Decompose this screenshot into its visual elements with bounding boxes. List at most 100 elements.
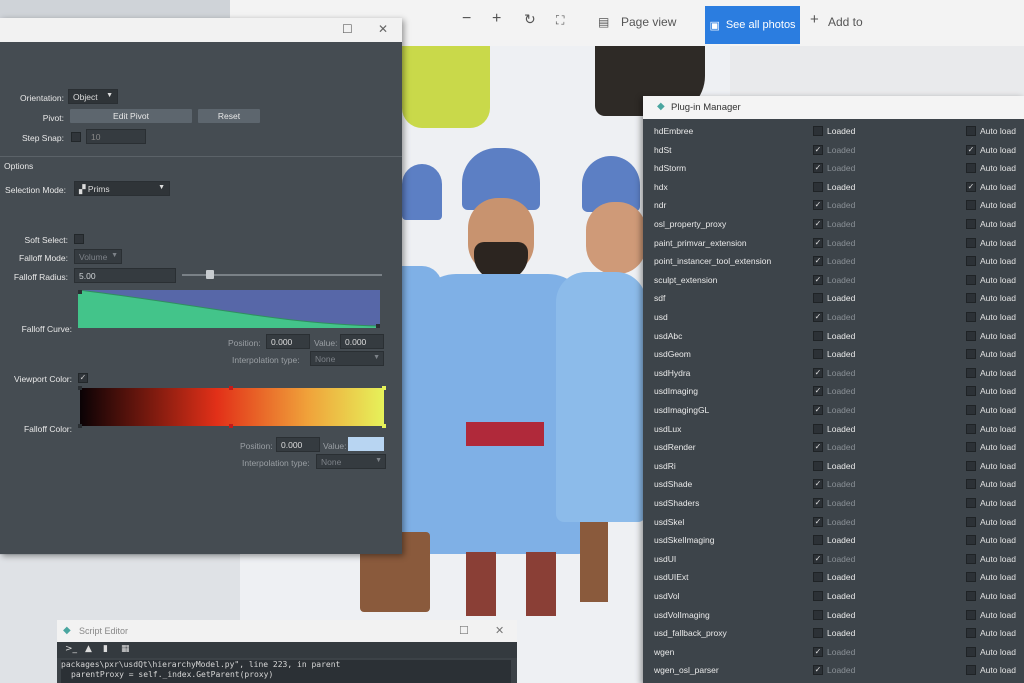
- auto-load-checkbox[interactable]: [966, 237, 976, 248]
- ramp-key-1[interactable]: [78, 386, 82, 390]
- loaded-checkbox[interactable]: ✓: [813, 274, 823, 285]
- loaded-checkbox[interactable]: ✓: [813, 646, 823, 657]
- auto-load-checkbox[interactable]: [966, 126, 976, 136]
- loaded-checkbox[interactable]: ✓: [813, 498, 823, 508]
- loaded-checkbox[interactable]: ✓: [813, 665, 823, 676]
- loaded-checkbox[interactable]: ✓: [813, 516, 823, 527]
- falloff-curve-editor[interactable]: [78, 290, 380, 328]
- loaded-checkbox[interactable]: [813, 609, 823, 620]
- auto-load-checkbox[interactable]: [966, 628, 976, 639]
- viewport-color-checkbox[interactable]: ✓: [78, 373, 88, 383]
- auto-load-checkbox[interactable]: [966, 516, 976, 527]
- maximize-icon[interactable]: ☐: [459, 624, 469, 637]
- loaded-checkbox[interactable]: ✓: [813, 442, 823, 453]
- auto-load-checkbox[interactable]: [966, 572, 976, 583]
- auto-load-checkbox[interactable]: [966, 330, 976, 341]
- grid-icon[interactable]: ▦: [121, 644, 130, 654]
- auto-load-checkbox[interactable]: [966, 386, 976, 397]
- curve-key-start[interactable]: [78, 290, 82, 294]
- auto-load-checkbox[interactable]: [966, 646, 976, 657]
- loaded-checkbox[interactable]: [813, 591, 823, 601]
- auto-load-checkbox[interactable]: [966, 312, 976, 322]
- loaded-checkbox[interactable]: ✓: [813, 553, 823, 564]
- auto-load-checkbox[interactable]: [966, 553, 976, 564]
- selection-mode-dropdown[interactable]: ▞ Prims ▼: [74, 181, 170, 196]
- auto-load-checkbox[interactable]: [966, 442, 976, 453]
- loaded-checkbox[interactable]: [813, 572, 823, 583]
- auto-load-checkbox[interactable]: ✓: [966, 181, 976, 192]
- script-output[interactable]: packages\pxr\usdQt\hierarchyModel.py", l…: [61, 660, 511, 683]
- fit-icon[interactable]: ⛶: [556, 13, 564, 28]
- auto-load-checkbox[interactable]: ✓: [966, 144, 976, 155]
- auto-load-checkbox[interactable]: [966, 293, 976, 304]
- page-view-icon[interactable]: ▤: [598, 15, 609, 29]
- soft-select-checkbox[interactable]: [74, 234, 84, 244]
- interp-dropdown[interactable]: None ▼: [310, 351, 384, 366]
- falloff-color-ramp[interactable]: [78, 386, 386, 428]
- auto-load-checkbox[interactable]: [966, 349, 976, 360]
- auto-load-checkbox[interactable]: [966, 665, 976, 676]
- close-icon[interactable]: ✕: [495, 624, 504, 637]
- chart-icon[interactable]: ▮: [103, 644, 108, 654]
- loaded-checkbox[interactable]: ✓: [813, 367, 823, 378]
- ramp-key-3[interactable]: [382, 386, 386, 390]
- add-icon[interactable]: +: [810, 11, 819, 28]
- auto-load-checkbox[interactable]: [966, 609, 976, 620]
- loaded-checkbox[interactable]: ✓: [813, 200, 823, 211]
- loaded-checkbox[interactable]: ✓: [813, 237, 823, 248]
- loaded-checkbox[interactable]: [813, 181, 823, 192]
- auto-load-checkbox[interactable]: [966, 535, 976, 546]
- ramp-key-5[interactable]: [229, 424, 233, 428]
- auto-load-checkbox[interactable]: [966, 367, 976, 378]
- reset-button[interactable]: Reset: [198, 109, 260, 123]
- auto-load-checkbox[interactable]: [966, 405, 976, 415]
- loaded-checkbox[interactable]: ✓: [813, 312, 823, 322]
- loaded-checkbox[interactable]: [813, 423, 823, 434]
- auto-load-checkbox[interactable]: [966, 274, 976, 285]
- loaded-checkbox[interactable]: ✓: [813, 256, 823, 267]
- page-view-button[interactable]: Page view: [621, 15, 676, 29]
- maximize-icon[interactable]: ☐: [342, 22, 353, 36]
- interp2-dropdown[interactable]: None ▼: [316, 454, 386, 469]
- auto-load-checkbox[interactable]: [966, 498, 976, 508]
- value2-color-swatch[interactable]: [348, 437, 384, 451]
- loaded-checkbox[interactable]: [813, 628, 823, 639]
- auto-load-checkbox[interactable]: [966, 256, 976, 267]
- auto-load-checkbox[interactable]: [966, 460, 976, 471]
- auto-load-checkbox[interactable]: [966, 219, 976, 229]
- value-field[interactable]: 0.000: [340, 334, 384, 349]
- loaded-checkbox[interactable]: ✓: [813, 405, 823, 415]
- step-snap-field[interactable]: 10: [86, 129, 146, 144]
- falloff-radius-field[interactable]: 5.00: [74, 268, 176, 283]
- loaded-checkbox[interactable]: ✓: [813, 163, 823, 174]
- auto-load-checkbox[interactable]: [966, 423, 976, 434]
- ramp-key-6[interactable]: [382, 424, 386, 428]
- curve-key-end[interactable]: [376, 324, 380, 328]
- orientation-dropdown[interactable]: Object ▼: [68, 89, 118, 104]
- terminal-icon[interactable]: >_: [65, 644, 77, 654]
- loaded-checkbox[interactable]: [813, 126, 823, 136]
- loaded-checkbox[interactable]: ✓: [813, 386, 823, 397]
- loaded-checkbox[interactable]: ✓: [813, 219, 823, 229]
- loaded-checkbox[interactable]: ✓: [813, 144, 823, 155]
- see-all-photos-button[interactable]: ▣ See all photos: [705, 6, 800, 44]
- loaded-checkbox[interactable]: [813, 349, 823, 360]
- auto-load-checkbox[interactable]: [966, 163, 976, 174]
- loaded-checkbox[interactable]: [813, 293, 823, 304]
- loaded-checkbox[interactable]: ✓: [813, 479, 823, 490]
- position2-field[interactable]: 0.000: [276, 437, 320, 452]
- zoom-out-icon[interactable]: −: [462, 10, 471, 28]
- auto-load-checkbox[interactable]: [966, 479, 976, 490]
- falloff-mode-dropdown[interactable]: Volume ▼: [74, 249, 122, 264]
- auto-load-checkbox[interactable]: [966, 591, 976, 601]
- zoom-in-icon[interactable]: +: [492, 10, 501, 28]
- ramp-key-4[interactable]: [78, 424, 82, 428]
- rotate-icon[interactable]: ↻: [524, 11, 536, 28]
- loaded-checkbox[interactable]: [813, 460, 823, 471]
- step-snap-checkbox[interactable]: [71, 132, 81, 142]
- loaded-checkbox[interactable]: [813, 330, 823, 341]
- lock-icon[interactable]: ▲: [85, 644, 92, 654]
- close-icon[interactable]: ✕: [378, 22, 388, 36]
- falloff-radius-slider-handle[interactable]: [206, 270, 214, 279]
- ramp-key-2[interactable]: [229, 386, 233, 390]
